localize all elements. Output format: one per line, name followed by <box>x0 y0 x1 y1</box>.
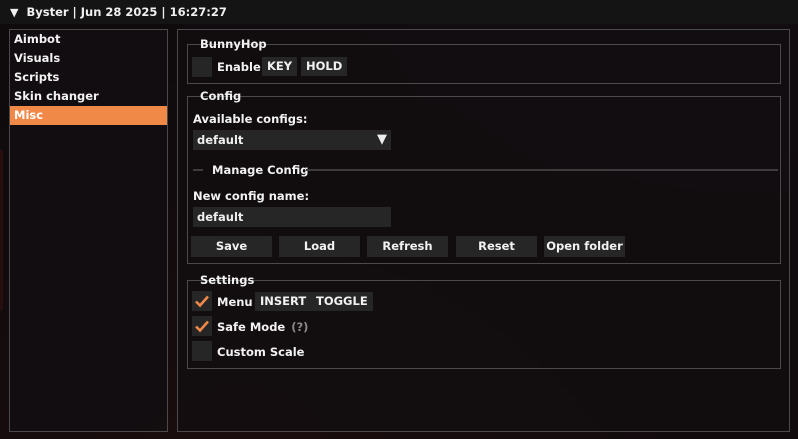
bunnyhop-enable-label: Enable <box>217 60 261 74</box>
safe-mode-help-hint[interactable]: (?) <box>291 320 308 334</box>
bunnyhop-key-button[interactable]: KEY <box>262 57 298 76</box>
custom-scale-checkbox[interactable] <box>192 341 212 361</box>
collapse-triangle-icon[interactable]: ▼ <box>10 6 18 19</box>
new-config-name-label: New config name: <box>193 189 310 203</box>
manage-config-separator-right <box>306 169 778 171</box>
new-config-name-input[interactable]: default <box>193 207 391 227</box>
sidebar: Aimbot Visuals Scripts Skin changer Misc <box>9 29 168 432</box>
menu-checkbox[interactable] <box>192 291 212 311</box>
save-button[interactable]: Save <box>191 236 272 257</box>
sidebar-item-aimbot[interactable]: Aimbot <box>10 30 167 49</box>
config-select[interactable]: default ▼ <box>193 130 391 150</box>
safe-mode-checkbox[interactable] <box>192 316 212 336</box>
menu-label: Menu <box>217 295 253 309</box>
new-config-name-value: default <box>197 210 244 224</box>
load-button[interactable]: Load <box>279 236 360 257</box>
sidebar-item-scripts[interactable]: Scripts <box>10 68 167 87</box>
bunnyhop-title: BunnyHop <box>200 37 267 51</box>
custom-scale-label: Custom Scale <box>217 345 305 359</box>
menu-key-button[interactable]: INSERT <box>255 292 312 311</box>
safe-mode-label: Safe Mode (?) <box>217 320 308 334</box>
title-bar[interactable]: ▼ Byster | Jun 28 2025 | 16:27:27 <box>0 0 798 24</box>
config-select-value: default <box>197 133 244 147</box>
refresh-button[interactable]: Refresh <box>367 236 448 257</box>
checkmark-icon <box>195 320 209 333</box>
checkmark-icon <box>195 295 209 308</box>
manage-config-label: Manage Config <box>212 163 309 177</box>
bunnyhop-enable-checkbox[interactable] <box>192 57 212 77</box>
bunnyhop-mode-button[interactable]: HOLD <box>301 57 348 76</box>
window-title: Byster | Jun 28 2025 | 16:27:27 <box>26 5 227 19</box>
reset-button[interactable]: Reset <box>456 236 537 257</box>
dropdown-arrow-icon: ▼ <box>377 132 387 147</box>
settings-title: Settings <box>200 273 255 287</box>
menu-mode-button[interactable]: TOGGLE <box>311 292 373 311</box>
safe-mode-text: Safe Mode <box>217 320 286 334</box>
config-title: Config <box>200 89 242 103</box>
manage-config-separator-left <box>193 169 203 171</box>
available-configs-label: Available configs: <box>193 112 308 126</box>
sidebar-item-misc[interactable]: Misc <box>10 106 167 125</box>
open-folder-button[interactable]: Open folder <box>544 236 625 257</box>
sidebar-item-visuals[interactable]: Visuals <box>10 49 167 68</box>
sidebar-item-skin-changer[interactable]: Skin changer <box>10 87 167 106</box>
